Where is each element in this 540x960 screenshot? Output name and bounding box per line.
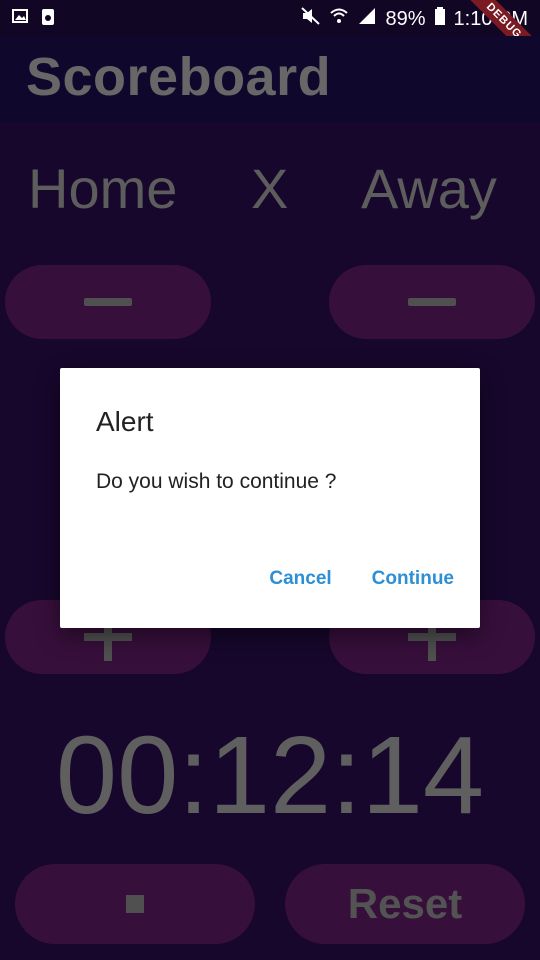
battery-icon xyxy=(434,7,446,31)
recycle-notification-icon xyxy=(40,8,56,26)
alert-dialog: Alert Do you wish to continue ? Cancel C… xyxy=(60,368,480,628)
status-left-icons xyxy=(12,8,56,26)
continue-button[interactable]: Continue xyxy=(372,568,454,590)
dialog-actions: Cancel Continue xyxy=(269,568,454,590)
cancel-button[interactable]: Cancel xyxy=(269,568,331,590)
mute-icon xyxy=(301,7,321,31)
dialog-message: Do you wish to continue ? xyxy=(96,470,337,493)
battery-percent: 89% xyxy=(385,7,426,30)
wifi-icon xyxy=(329,7,349,31)
signal-icon xyxy=(357,7,377,31)
dialog-title: Alert xyxy=(96,406,154,437)
status-bar: 89% 1:10 PM DEBUG xyxy=(0,0,540,77)
image-notification-icon xyxy=(12,8,28,26)
